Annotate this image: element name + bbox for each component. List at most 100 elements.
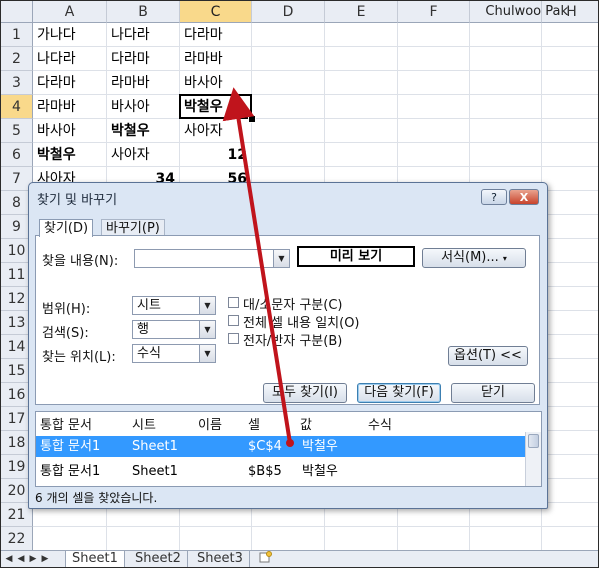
- cell-C5[interactable]: 사아자: [180, 119, 252, 143]
- cell-A4[interactable]: 라마바: [33, 95, 107, 119]
- results-scrollbar[interactable]: [525, 432, 541, 486]
- chevron-down-icon[interactable]: ▼: [199, 297, 215, 314]
- cell-F5[interactable]: [398, 119, 470, 143]
- result-row[interactable]: 통합 문서1 Sheet1 $C$4 박철우: [36, 436, 526, 457]
- cell-E3[interactable]: [325, 71, 398, 95]
- tab-find[interactable]: 찾기(D): [39, 219, 94, 237]
- select-all-corner[interactable]: [1, 1, 33, 23]
- cell-F6[interactable]: [398, 143, 470, 167]
- prev-sheet-icon[interactable]: ◀: [16, 553, 26, 566]
- cell-D4[interactable]: [252, 95, 325, 119]
- row-header-4[interactable]: 4: [1, 95, 33, 119]
- tab-sheet3[interactable]: Sheet3: [191, 551, 250, 567]
- cell-A2[interactable]: 나다라: [33, 47, 107, 71]
- cell-H7[interactable]: [542, 167, 598, 191]
- cell-G5[interactable]: [470, 119, 542, 143]
- column-header-f[interactable]: F: [398, 1, 470, 23]
- cell-G4[interactable]: [470, 95, 542, 119]
- cell-H10[interactable]: [542, 239, 598, 263]
- cell-H14[interactable]: [542, 335, 598, 359]
- cell-E2[interactable]: [325, 47, 398, 71]
- cell-H19[interactable]: [542, 455, 598, 479]
- cell-C1[interactable]: 다라마: [180, 23, 252, 47]
- column-header-e[interactable]: E: [325, 1, 398, 23]
- cell-C6[interactable]: 12: [180, 143, 252, 167]
- cell-D6[interactable]: [252, 143, 325, 167]
- column-header-d[interactable]: D: [252, 1, 325, 23]
- cell-F2[interactable]: [398, 47, 470, 71]
- cell-D22[interactable]: [252, 527, 325, 551]
- cell-D2[interactable]: [252, 47, 325, 71]
- close-icon[interactable]: X: [509, 189, 539, 205]
- insert-sheet-icon[interactable]: [253, 551, 278, 567]
- match-case-checkbox[interactable]: [228, 297, 239, 308]
- cell-H3[interactable]: [542, 71, 598, 95]
- fill-handle[interactable]: [248, 115, 256, 123]
- row-header-2[interactable]: 2: [1, 47, 33, 71]
- first-sheet-icon[interactable]: ◀: [4, 553, 14, 566]
- column-header-a[interactable]: A: [33, 1, 107, 23]
- cell-G6[interactable]: [470, 143, 542, 167]
- cell-H2[interactable]: [542, 47, 598, 71]
- cell-A5[interactable]: 바사아: [33, 119, 107, 143]
- cell-B3[interactable]: 라마바: [107, 71, 180, 95]
- column-header-b[interactable]: B: [107, 1, 180, 23]
- cell-H15[interactable]: [542, 359, 598, 383]
- result-row[interactable]: 통합 문서1 Sheet1 $B$5 박철우: [36, 461, 526, 482]
- results-header-formula[interactable]: 수식: [368, 414, 392, 433]
- cell-B5[interactable]: 박철우: [107, 119, 180, 143]
- cell-H22[interactable]: [542, 527, 598, 551]
- results-header-cell[interactable]: 셀: [248, 414, 260, 433]
- cell-B6[interactable]: 사아자: [107, 143, 180, 167]
- cell-E4[interactable]: [325, 95, 398, 119]
- cell-B4[interactable]: 바사아: [107, 95, 180, 119]
- search-order-select[interactable]: 행 ▼: [132, 320, 216, 339]
- cell-A22[interactable]: [33, 527, 107, 551]
- next-sheet-icon[interactable]: ▶: [28, 553, 38, 566]
- cell-A1[interactable]: 가나다: [33, 23, 107, 47]
- scope-select[interactable]: 시트 ▼: [132, 296, 216, 315]
- find-all-button[interactable]: 모두 찾기(I): [263, 383, 347, 403]
- cell-F1[interactable]: [398, 23, 470, 47]
- cell-E22[interactable]: [325, 527, 398, 551]
- cell-A3[interactable]: 다라마: [33, 71, 107, 95]
- cell-H4[interactable]: [542, 95, 598, 119]
- cell-D1[interactable]: [252, 23, 325, 47]
- results-header-sheet[interactable]: 시트: [132, 414, 156, 433]
- cell-H13[interactable]: [542, 311, 598, 335]
- row-header-5[interactable]: 5: [1, 119, 33, 143]
- cell-G3[interactable]: [470, 71, 542, 95]
- help-button[interactable]: ?: [481, 189, 507, 205]
- cell-C2[interactable]: 라마바: [180, 47, 252, 71]
- find-what-input[interactable]: ▼: [134, 249, 290, 268]
- row-header-22[interactable]: 22: [1, 527, 33, 551]
- cell-G22[interactable]: [470, 527, 542, 551]
- cell-H17[interactable]: [542, 407, 598, 431]
- cell-H18[interactable]: [542, 431, 598, 455]
- tab-sheet2[interactable]: Sheet2: [129, 551, 188, 567]
- cell-E1[interactable]: [325, 23, 398, 47]
- results-list[interactable]: 통합 문서 시트 이름 셀 값 수식 통합 문서1 Sheet1 $C$4 박철…: [35, 411, 542, 487]
- cell-C22[interactable]: [180, 527, 252, 551]
- column-header-c[interactable]: C: [180, 1, 252, 23]
- cell-H20[interactable]: [542, 479, 598, 503]
- cell-H9[interactable]: [542, 215, 598, 239]
- look-in-select[interactable]: 수식 ▼: [132, 344, 216, 363]
- cell-B2[interactable]: 다라마: [107, 47, 180, 71]
- cell-F3[interactable]: [398, 71, 470, 95]
- cell-H11[interactable]: [542, 263, 598, 287]
- row-header-1[interactable]: 1: [1, 23, 33, 47]
- cell-H6[interactable]: [542, 143, 598, 167]
- format-button[interactable]: 서식(M)... ▾: [422, 248, 526, 268]
- row-header-6[interactable]: 6: [1, 143, 33, 167]
- match-entire-cell-checkbox[interactable]: [228, 315, 239, 326]
- tab-sheet1[interactable]: Sheet1: [65, 551, 125, 567]
- cell-H12[interactable]: [542, 287, 598, 311]
- cell-D3[interactable]: [252, 71, 325, 95]
- cell-E5[interactable]: [325, 119, 398, 143]
- cell-H8[interactable]: [542, 191, 598, 215]
- cell-B1[interactable]: 나다라: [107, 23, 180, 47]
- close-button[interactable]: 닫기: [451, 383, 535, 403]
- row-header-3[interactable]: 3: [1, 71, 33, 95]
- chevron-down-icon[interactable]: ▼: [199, 345, 215, 362]
